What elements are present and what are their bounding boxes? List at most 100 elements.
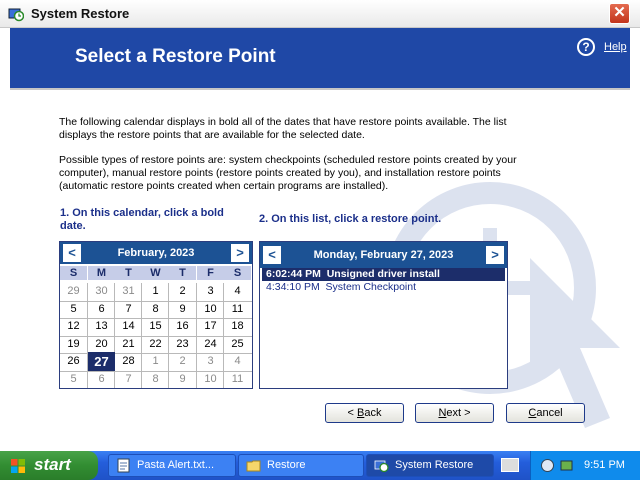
restore-point-item[interactable]: 4:34:10 PM System Checkpoint — [262, 281, 505, 294]
restore-point-time: 6:02:44 PM — [266, 268, 321, 280]
taskbar-clock: 9:51 PM — [584, 459, 625, 471]
window-title: System Restore — [31, 6, 130, 21]
calendar-day-selected[interactable]: 27 — [88, 352, 115, 371]
taskbar: start Pasta Alert.txt... Restore System … — [0, 451, 640, 480]
calendar-day[interactable]: 6 — [88, 301, 115, 318]
chevron-right-icon[interactable]: > — [486, 246, 504, 264]
calendar-day: 4 — [234, 355, 241, 367]
calendar-day: 7 — [125, 372, 132, 385]
calendar-day[interactable]: 1 — [142, 283, 169, 300]
calendar-day[interactable]: 4 — [224, 283, 251, 300]
weekday-label: M — [88, 266, 115, 280]
close-icon[interactable]: ✕ — [609, 3, 630, 24]
weekday-label: S — [224, 266, 251, 280]
calendar-month-label: February, 2023 — [117, 247, 195, 259]
calendar-day: 11 — [231, 372, 244, 385]
intro-paragraph-1: The following calendar displays in bold … — [59, 116, 507, 141]
tray-icon[interactable] — [540, 458, 555, 473]
taskbar-item-label: Restore — [267, 459, 306, 471]
taskbar-item-restore-folder[interactable]: Restore — [238, 454, 364, 477]
taskbar-item-label: System Restore — [395, 459, 474, 471]
calendar-day[interactable]: 15 — [142, 318, 169, 335]
keyboard-icon[interactable] — [501, 458, 519, 472]
calendar-day[interactable]: 18 — [224, 318, 251, 335]
cancel-button-rest: ancel — [536, 407, 563, 419]
calendar-day: 6 — [98, 372, 105, 385]
intro-paragraph-2: Possible types of restore points are: sy… — [59, 154, 517, 192]
calendar-day[interactable]: 9 — [169, 301, 196, 318]
list-header: < Monday, February 27, 2023 > — [260, 242, 507, 268]
restore-calendar: < February, 2023 > SMTWTFS 29 30 31 1 2 3 4 5 6 7… — [59, 241, 253, 389]
header-divider — [10, 88, 630, 90]
calendar-day[interactable]: 19 — [60, 336, 87, 353]
calendar-day: 10 — [204, 372, 217, 385]
calendar-day[interactable]: 20 — [88, 336, 115, 353]
weekday-label: W — [142, 266, 169, 280]
cancel-button[interactable]: Cancel — [506, 403, 585, 423]
restore-point-item[interactable]: 6:02:44 PM Unsigned driver install — [262, 268, 505, 281]
calendar-day[interactable]: 8 — [142, 301, 169, 318]
restore-point-list: < Monday, February 27, 2023 > 6:02:44 PM… — [259, 241, 508, 389]
back-button[interactable]: < Back — [325, 403, 404, 423]
calendar-day[interactable]: 12 — [60, 318, 87, 335]
system-restore-icon — [374, 460, 389, 473]
restore-point-time: 4:34:10 PM — [266, 281, 320, 293]
list-date-label: Monday, February 27, 2023 — [313, 249, 454, 261]
calendar-day: 3 — [207, 355, 214, 367]
calendar-day: 31 — [122, 285, 135, 297]
taskbar-item-label: Pasta Alert.txt... — [137, 459, 215, 471]
calendar-day[interactable]: 23 — [169, 336, 196, 353]
windows-flag-icon — [11, 459, 25, 473]
restore-point-description: Unsigned driver install — [326, 268, 440, 280]
help-icon[interactable]: ? — [577, 38, 595, 56]
calendar-day: 5 — [70, 372, 77, 385]
calendar-day[interactable]: 10 — [197, 301, 224, 318]
calendar-day: 2 — [179, 355, 186, 367]
system-restore-icon — [8, 8, 24, 22]
calendar-day[interactable]: 5 — [60, 301, 87, 318]
start-label: start — [34, 455, 71, 474]
weekday-label: F — [197, 266, 224, 280]
calendar-header: < February, 2023 > — [60, 242, 252, 264]
weekday-label: T — [115, 266, 142, 280]
calendar-day[interactable]: 3 — [197, 283, 224, 300]
chevron-right-icon[interactable]: > — [231, 244, 249, 262]
step-1-instruction: 1. On this calendar, click a bold date. — [60, 207, 224, 232]
calendar-day[interactable]: 13 — [88, 318, 115, 335]
calendar-day[interactable]: 14 — [115, 318, 142, 335]
calendar-day[interactable]: 22 — [142, 336, 169, 353]
calendar-day[interactable]: 25 — [224, 336, 251, 353]
calendar-day: 29 — [67, 285, 80, 297]
calendar-day: 9 — [179, 372, 186, 385]
calendar-day[interactable]: 28 — [115, 353, 142, 370]
calendar-day[interactable]: 21 — [115, 336, 142, 353]
calendar-day: 1 — [152, 355, 159, 367]
weekday-label: T — [169, 266, 196, 280]
restore-point-description: System Checkpoint — [325, 281, 417, 293]
calendar-day[interactable]: 17 — [197, 318, 224, 335]
calendar-day[interactable]: 26 — [60, 353, 87, 370]
title-bar: System Restore ✕ — [0, 0, 640, 28]
calendar-day[interactable]: 7 — [115, 301, 142, 318]
chevron-left-icon[interactable]: < — [63, 244, 81, 262]
weekday-row: SMTWTFS — [60, 264, 252, 281]
help-link[interactable]: Help — [604, 41, 627, 53]
calendar-day[interactable]: 16 — [169, 318, 196, 335]
chevron-left-icon[interactable]: < — [263, 246, 281, 264]
weekday-label: S — [60, 266, 87, 280]
taskbar-item-pasta-alert[interactable]: Pasta Alert.txt... — [108, 454, 236, 477]
calendar-day[interactable]: 24 — [197, 336, 224, 353]
step-2-instruction: 2. On this list, click a restore point. — [259, 213, 442, 225]
folder-icon — [246, 460, 261, 472]
calendar-day[interactable]: 11 — [224, 301, 251, 318]
start-button[interactable]: start — [0, 451, 98, 480]
calendar-day[interactable]: 2 — [169, 283, 196, 300]
taskbar-item-system-restore[interactable]: System Restore — [366, 454, 494, 477]
page-title: Select a Restore Point — [75, 46, 276, 67]
next-button-rest: ext > — [446, 407, 471, 419]
back-button-prefix: < — [347, 407, 357, 419]
next-button[interactable]: Next > — [415, 403, 494, 423]
back-button-rest: ack — [364, 407, 382, 419]
notepad-icon — [117, 458, 130, 473]
tray-icon[interactable] — [559, 458, 574, 473]
